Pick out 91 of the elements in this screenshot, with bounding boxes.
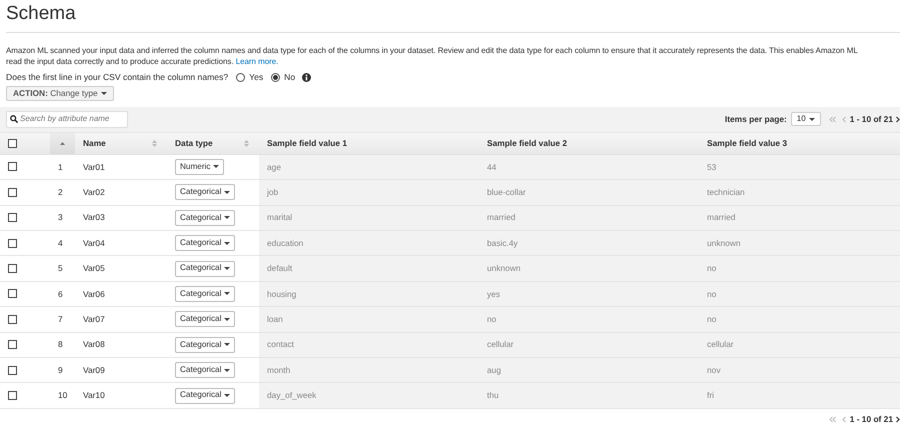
row-checkbox[interactable] bbox=[8, 162, 17, 172]
table-cell: basic.4y bbox=[487, 236, 518, 250]
table-cell: education bbox=[267, 236, 304, 250]
sort-icon[interactable] bbox=[60, 142, 65, 145]
data-type-select[interactable]: Categorical bbox=[175, 210, 236, 226]
search-icon bbox=[10, 115, 18, 124]
table-cell: default bbox=[267, 262, 292, 275]
data-type-select[interactable]: Categorical bbox=[175, 286, 236, 302]
search-field[interactable]: Search by attribute name bbox=[6, 110, 128, 128]
radio-button[interactable] bbox=[271, 73, 280, 82]
table-cell: Var07 bbox=[83, 313, 105, 326]
table-cell: thu bbox=[487, 389, 499, 402]
row-checkbox[interactable] bbox=[8, 188, 17, 197]
action-button[interactable]: ACTION: Change type bbox=[6, 86, 114, 101]
row-checkbox[interactable] bbox=[8, 289, 17, 298]
table-cell: unknown bbox=[487, 262, 521, 275]
row-number: 4 bbox=[58, 236, 63, 250]
table-cell: cellular bbox=[487, 338, 514, 352]
table-cell: blue-collar bbox=[487, 186, 526, 199]
pager-text: 1 - 10 of 21 bbox=[850, 112, 893, 126]
next-page-icon[interactable] bbox=[896, 116, 900, 123]
table-cell: no bbox=[707, 262, 716, 275]
page-title: Schema bbox=[6, 0, 900, 33]
select-all-checkbox[interactable] bbox=[8, 138, 17, 148]
row-number: 1 bbox=[58, 160, 63, 174]
table-cell: nov bbox=[707, 364, 721, 376]
column-header[interactable]: Name bbox=[83, 136, 106, 150]
radio-label: No bbox=[284, 71, 296, 84]
table-cell: no bbox=[487, 313, 496, 326]
table-cell: no bbox=[707, 288, 716, 300]
data-type-select[interactable]: Categorical bbox=[175, 235, 236, 252]
table-cell: aug bbox=[487, 364, 501, 376]
row-checkbox[interactable] bbox=[8, 391, 17, 400]
row-checkbox[interactable] bbox=[8, 340, 17, 350]
row-number: 3 bbox=[58, 211, 63, 224]
row-number: 8 bbox=[58, 338, 63, 352]
table-cell: Var03 bbox=[83, 211, 105, 224]
data-type-select[interactable]: Categorical bbox=[175, 311, 236, 328]
table-cell: Var04 bbox=[83, 236, 105, 250]
table-cell: job bbox=[267, 186, 278, 199]
radio-button[interactable] bbox=[236, 73, 246, 82]
table-cell: Var01 bbox=[83, 160, 105, 174]
row-number: 7 bbox=[58, 313, 63, 326]
table-cell: yes bbox=[487, 288, 500, 300]
row-number: 5 bbox=[58, 262, 63, 275]
table-cell: technician bbox=[707, 186, 745, 199]
table-cell: married bbox=[707, 211, 736, 224]
row-checkbox[interactable] bbox=[8, 238, 17, 248]
pager-text: 1 - 10 of 21 bbox=[850, 412, 893, 426]
table-cell: Var05 bbox=[83, 262, 105, 275]
table-cell: Var08 bbox=[83, 338, 105, 352]
table-cell: fri bbox=[707, 389, 714, 402]
row-checkbox[interactable] bbox=[8, 366, 17, 375]
description: Amazon ML scanned your input data and inferred the column names and data type for each of the columns in your dataset. Review and edit the data type for each column to ensure that it accurately represents the data. This enables Amazon ML read the input data correctly and to produce accurate predictions. Learn more. bbox=[6, 44, 859, 67]
table-cell: cellular bbox=[707, 338, 734, 352]
row-number: 6 bbox=[58, 288, 63, 300]
table-cell: age bbox=[267, 160, 281, 174]
table-cell: Var02 bbox=[83, 186, 105, 199]
table-cell: 44 bbox=[487, 160, 496, 174]
table-cell: contact bbox=[267, 338, 294, 352]
table-cell: unknown bbox=[707, 236, 741, 250]
table-cell: 53 bbox=[707, 160, 716, 174]
row-checkbox[interactable] bbox=[8, 264, 17, 274]
info-icon[interactable] bbox=[302, 73, 312, 82]
data-type-select[interactable]: Categorical bbox=[175, 362, 236, 378]
table-cell: Var09 bbox=[83, 364, 105, 376]
data-type-select[interactable]: Categorical bbox=[175, 184, 236, 200]
question-label: Does the first line in your CSV contain the column names? bbox=[6, 71, 228, 84]
data-type-select[interactable]: Categorical bbox=[175, 388, 236, 404]
table-cell: day_of_week bbox=[267, 389, 316, 402]
table-cell: no bbox=[707, 313, 716, 326]
table-cell: housing bbox=[267, 288, 296, 300]
row-checkbox[interactable] bbox=[8, 314, 17, 324]
data-type-select[interactable]: Categorical bbox=[175, 260, 236, 277]
items-per-page-select[interactable]: 10 bbox=[790, 112, 821, 126]
table-cell: loan bbox=[267, 313, 283, 326]
data-type-select[interactable]: Categorical bbox=[175, 336, 236, 353]
table-cell: Var10 bbox=[83, 389, 105, 402]
row-number: 9 bbox=[58, 364, 63, 376]
row-number: 10 bbox=[58, 389, 68, 402]
table-cell: Var06 bbox=[83, 288, 105, 300]
next-page-icon[interactable] bbox=[896, 416, 900, 422]
data-type-select[interactable]: Numeric bbox=[175, 158, 224, 175]
radio-label: Yes bbox=[249, 71, 264, 84]
table-cell: married bbox=[487, 211, 516, 224]
table-cell: marital bbox=[267, 211, 292, 224]
table-cell: month bbox=[267, 364, 290, 376]
learn-more-link[interactable]: Learn more. bbox=[236, 56, 278, 66]
items-per-page-label: Items per page: bbox=[724, 112, 787, 126]
row-number: 2 bbox=[58, 186, 63, 199]
row-checkbox[interactable] bbox=[8, 213, 17, 222]
